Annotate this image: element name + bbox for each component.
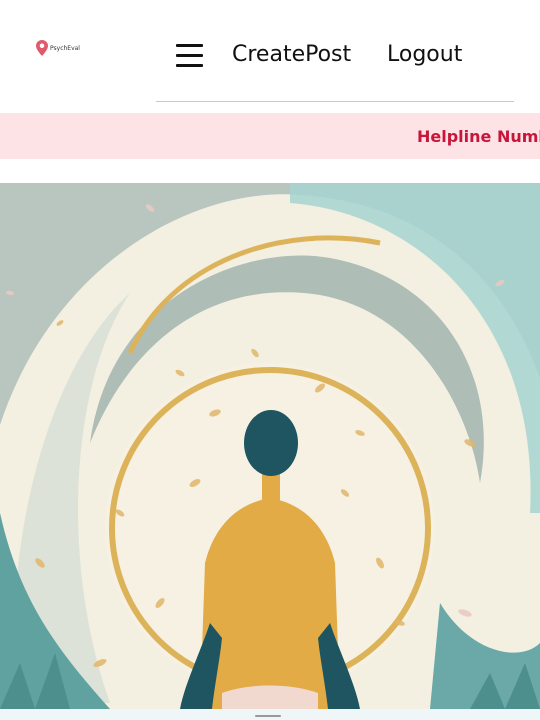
menu-bar xyxy=(176,44,203,47)
helpline-banner: Helpline Numl xyxy=(0,113,540,159)
menu-bar xyxy=(176,64,203,67)
meditation-illustration xyxy=(0,183,540,709)
menu-bar xyxy=(176,54,203,57)
helpline-marquee-text: Helpline Numl xyxy=(417,127,540,146)
location-pin-icon xyxy=(36,40,48,56)
logout-link[interactable]: Logout xyxy=(387,42,462,67)
header-divider xyxy=(156,101,514,102)
hero-illustration xyxy=(0,183,540,709)
brand-logo[interactable]: PsychEval xyxy=(36,40,80,56)
logo-text: PsychEval xyxy=(50,44,80,52)
hamburger-menu-icon[interactable] xyxy=(176,44,203,68)
create-post-link[interactable]: CreatePost xyxy=(232,42,351,67)
top-navbar: PsychEval CreatePost Logout xyxy=(0,0,540,112)
scroll-handle[interactable] xyxy=(255,715,281,717)
